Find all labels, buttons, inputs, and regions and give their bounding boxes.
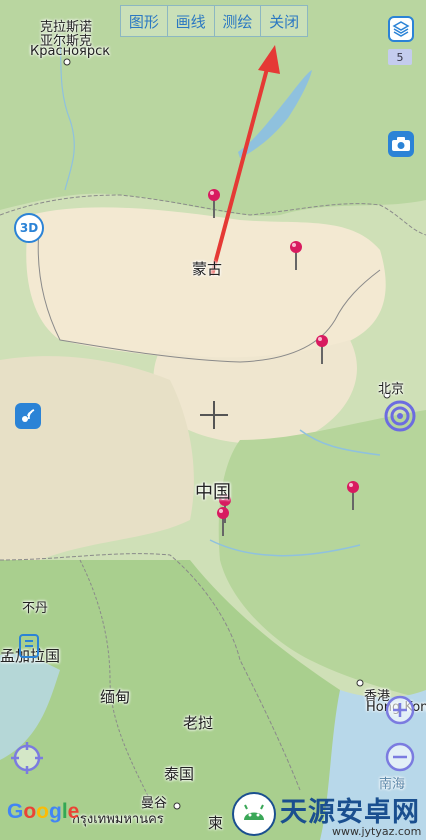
label-bangkok-th: กรุงเทพมหานคร xyxy=(72,812,164,827)
label-china: 中国 xyxy=(195,482,231,503)
crosshair-icon xyxy=(11,742,43,774)
zoom-in-button[interactable] xyxy=(385,695,415,725)
ruler-icon xyxy=(19,634,39,658)
tab-draw-line[interactable]: 画线 xyxy=(168,6,215,36)
label-mongolia: 蒙古 xyxy=(192,260,223,278)
site-watermark: 天源安卓网 www.jytyaz.com xyxy=(232,788,426,840)
map-pin[interactable] xyxy=(289,240,303,270)
locate-button[interactable] xyxy=(384,400,416,432)
3d-mode-button[interactable]: 3D xyxy=(14,213,44,243)
google-attribution: Google xyxy=(7,800,80,823)
tab-close[interactable]: 关闭 xyxy=(261,6,307,36)
3d-label: 3D xyxy=(19,221,39,235)
watermark-url: www.jytyaz.com xyxy=(332,825,422,838)
watermark-title: 天源安卓网 xyxy=(280,797,420,828)
layers-icon xyxy=(388,16,414,42)
my-location-button[interactable] xyxy=(10,741,44,775)
label-thailand: 泰国 xyxy=(164,765,195,783)
3d-icon: 3D xyxy=(14,213,44,243)
map-pin[interactable] xyxy=(346,480,360,510)
layer-count-badge: 5 xyxy=(388,49,412,65)
camera-button[interactable] xyxy=(387,130,415,158)
label-beijing: 北京 xyxy=(378,382,405,397)
zoom-out-button[interactable] xyxy=(385,742,415,772)
minus-icon xyxy=(385,742,415,772)
satellite-button[interactable] xyxy=(14,402,42,430)
target-icon xyxy=(384,400,416,432)
camera-icon xyxy=(388,131,414,157)
label-bhutan: 不丹 xyxy=(22,601,49,616)
label-laos: 老挝 xyxy=(183,714,214,732)
layers-button[interactable] xyxy=(387,15,415,43)
map-pin[interactable] xyxy=(207,188,221,218)
tab-measure[interactable]: 测绘 xyxy=(215,6,262,36)
plus-icon xyxy=(385,695,415,725)
label-myanmar: 缅甸 xyxy=(100,688,131,706)
label-cambodia: 柬 xyxy=(208,814,224,832)
label-krasnoyarsk-ru: Красноярск xyxy=(30,44,111,59)
map-pin[interactable] xyxy=(216,506,230,536)
draw-toolbar: 图形 画线 测绘 关闭 xyxy=(120,5,308,37)
satellite-signal-icon xyxy=(15,403,41,429)
android-logo-icon xyxy=(232,792,276,836)
tab-shapes[interactable]: 图形 xyxy=(121,6,168,36)
ruler-button[interactable] xyxy=(18,633,40,659)
map-pin[interactable] xyxy=(315,334,329,364)
